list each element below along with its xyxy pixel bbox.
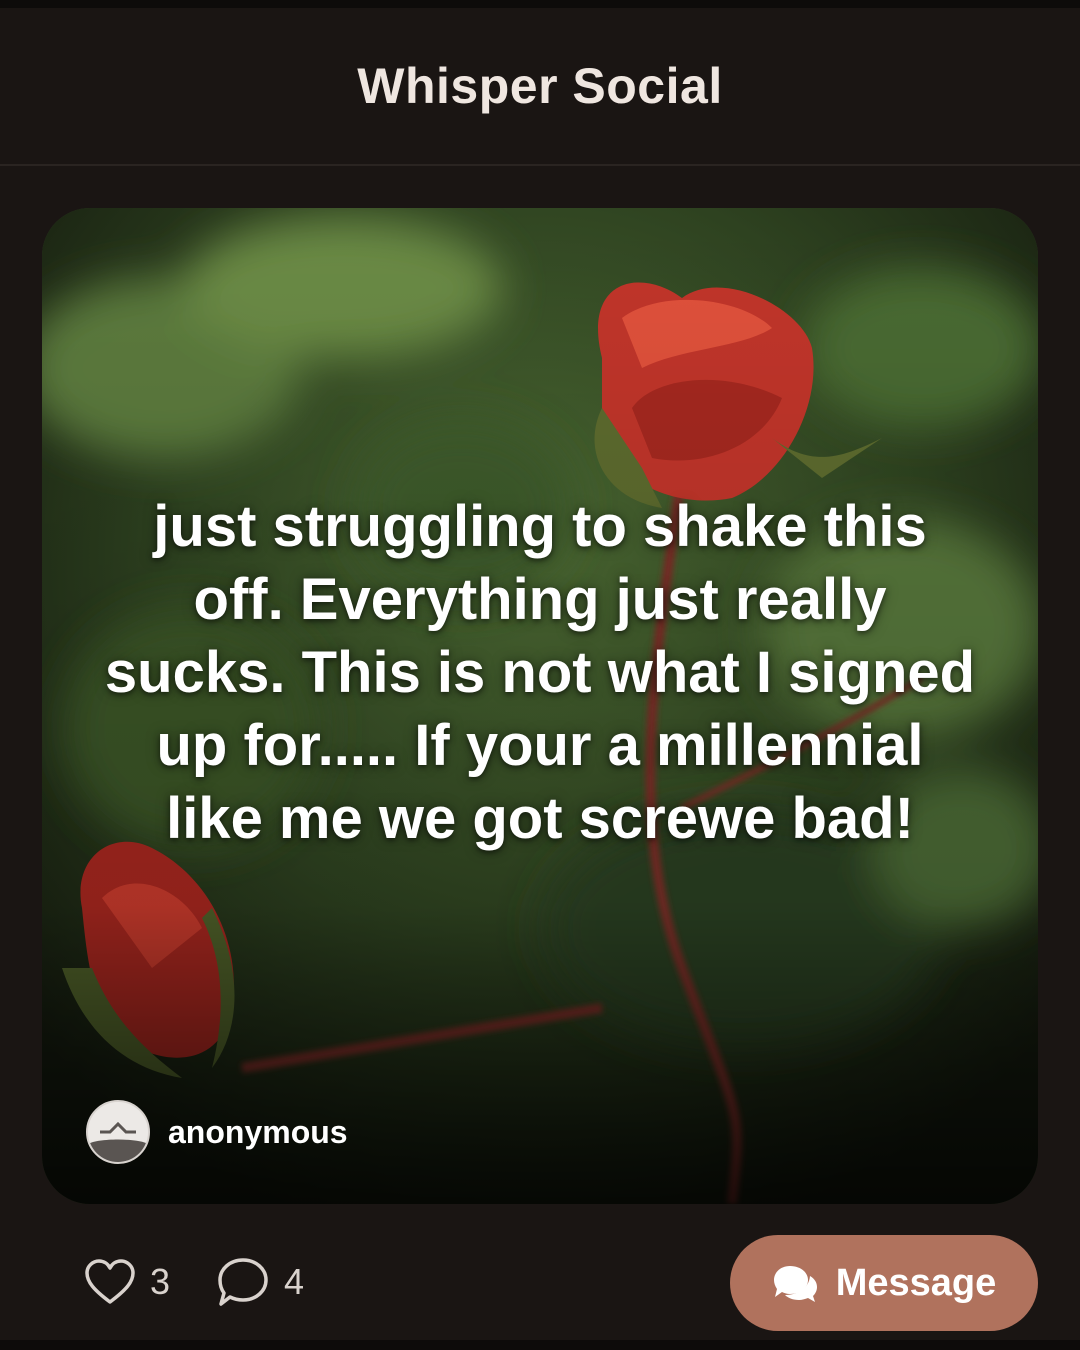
comment-button[interactable]: 4 bbox=[216, 1256, 304, 1308]
heart-icon bbox=[85, 1259, 135, 1304]
post-text: just struggling to shake this off. Every… bbox=[104, 494, 976, 851]
post-actions: 3 4 bbox=[84, 1250, 304, 1314]
like-button[interactable]: 3 bbox=[84, 1258, 170, 1306]
post-author[interactable]: anonymous bbox=[86, 1100, 348, 1164]
comment-count: 4 bbox=[284, 1261, 305, 1302]
app-header: Whisper Social bbox=[0, 8, 1080, 166]
post-card[interactable]: just struggling to shake this off. Every… bbox=[42, 208, 1038, 1204]
like-count: 3 bbox=[150, 1261, 171, 1302]
avatar[interactable] bbox=[86, 1100, 150, 1164]
app-title: Whisper Social bbox=[357, 58, 723, 114]
author-name: anonymous bbox=[168, 1113, 348, 1150]
bottom-edge bbox=[0, 1340, 1080, 1350]
speech-bubble-icon bbox=[218, 1258, 268, 1306]
status-bar bbox=[0, 0, 1080, 8]
anonymous-avatar-icon bbox=[88, 1102, 148, 1162]
message-label: Message bbox=[835, 1261, 997, 1304]
chat-bubbles-icon bbox=[773, 1266, 817, 1302]
message-button[interactable]: Message bbox=[730, 1235, 1038, 1331]
